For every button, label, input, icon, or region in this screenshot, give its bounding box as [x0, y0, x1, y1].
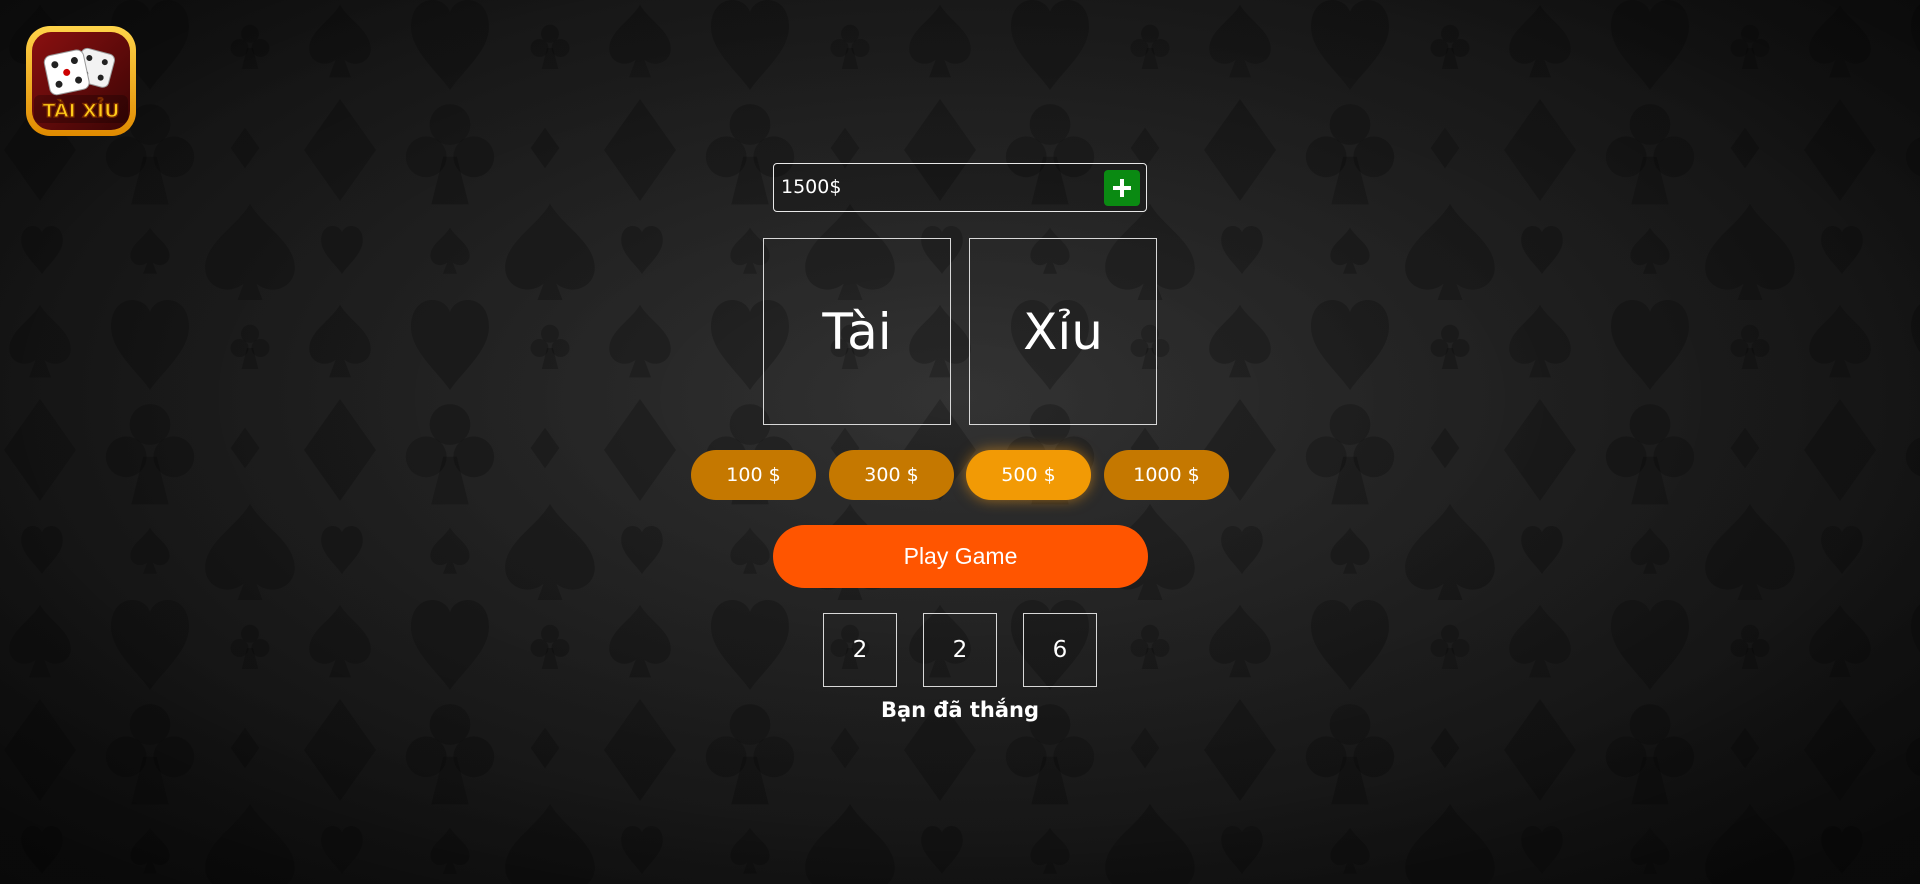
- chip-100-button[interactable]: 100 $: [691, 450, 816, 500]
- bet-tai-button[interactable]: Tài: [763, 238, 951, 425]
- chip-300-button[interactable]: 300 $: [829, 450, 954, 500]
- bet-xiu-button[interactable]: Xỉu: [969, 238, 1157, 425]
- dice-result-1: 2: [823, 613, 897, 687]
- balance-amount: 1500$: [781, 176, 842, 198]
- play-game-button[interactable]: Play Game: [773, 525, 1148, 588]
- dice-result-2: 2: [923, 613, 997, 687]
- tai-xiu-logo: TÀI XỈU: [25, 25, 137, 137]
- balance-field: 1500$: [773, 163, 1147, 212]
- chip-500-button[interactable]: 500 $: [966, 450, 1091, 500]
- result-message: Bạn đã thắng: [880, 698, 1040, 722]
- add-funds-button[interactable]: [1104, 170, 1140, 206]
- plus-icon: [1113, 179, 1131, 197]
- card-suit-background: [0, 0, 1920, 884]
- dice-result-3: 6: [1023, 613, 1097, 687]
- svg-text:TÀI XỈU: TÀI XỈU: [42, 97, 119, 122]
- game-stage: TÀI XỈU 1500$ Tài Xỉu 100 $ 300 $ 500 $ …: [0, 0, 1920, 884]
- chip-1000-button[interactable]: 1000 $: [1104, 450, 1229, 500]
